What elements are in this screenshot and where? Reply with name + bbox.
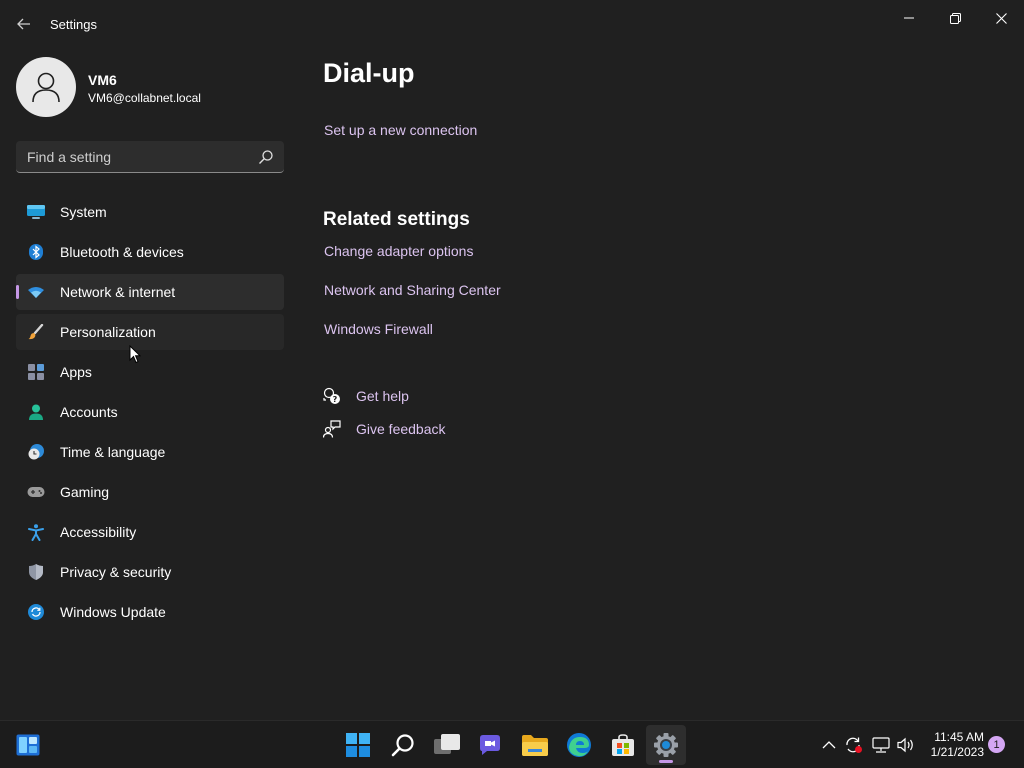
sidebar-item-time-language[interactable]: Time & language <box>16 434 284 470</box>
sidebar-item-label: Network & internet <box>60 284 176 300</box>
gamepad-icon <box>27 484 45 500</box>
shield-icon <box>27 564 45 580</box>
avatar[interactable] <box>16 57 76 117</box>
sidebar-nav: System Bluetooth & devices Network & int… <box>16 194 284 634</box>
sidebar-item-label: Accessibility <box>60 524 137 540</box>
user-email: VM6@collabnet.local <box>88 91 201 105</box>
selection-indicator <box>16 285 19 299</box>
windows-firewall-link[interactable]: Windows Firewall <box>324 321 433 337</box>
clock-time: 11:45 AM <box>934 730 984 744</box>
update-icon <box>27 604 45 620</box>
notification-badge[interactable]: 1 <box>988 736 1005 753</box>
show-hidden-icons-button[interactable] <box>819 735 839 755</box>
sidebar-item-apps[interactable]: Apps <box>16 354 284 390</box>
running-indicator <box>659 760 673 763</box>
restore-button[interactable] <box>932 4 978 32</box>
sidebar-item-network[interactable]: Network & internet <box>16 274 284 310</box>
clock-date: 1/21/2023 <box>930 745 984 759</box>
file-explorer-button[interactable] <box>515 725 555 765</box>
close-button[interactable] <box>978 4 1024 32</box>
edge-icon <box>567 733 591 757</box>
network-icon <box>872 737 890 753</box>
give-feedback-label: Give feedback <box>356 421 446 437</box>
back-button[interactable] <box>12 12 36 36</box>
search-box[interactable] <box>16 141 284 173</box>
setup-connection-link[interactable]: Set up a new connection <box>324 122 477 138</box>
change-adapter-options-link[interactable]: Change adapter options <box>324 243 473 259</box>
sidebar-item-bluetooth[interactable]: Bluetooth & devices <box>16 234 284 270</box>
widgets-icon <box>16 734 40 756</box>
chevron-up-icon <box>822 741 836 749</box>
settings-icon <box>654 733 678 757</box>
sidebar-item-label: Time & language <box>60 444 166 460</box>
page-title: Dial-up <box>323 58 415 88</box>
bluetooth-icon <box>27 244 45 260</box>
sync-tray-button[interactable] <box>844 735 864 755</box>
wifi-icon <box>27 284 45 300</box>
get-help-link[interactable]: ? Get help <box>323 386 409 406</box>
sidebar-item-windows-update[interactable]: Windows Update <box>16 594 284 630</box>
volume-icon <box>897 737 913 753</box>
network-sharing-center-link[interactable]: Network and Sharing Center <box>324 282 501 298</box>
get-help-label: Get help <box>356 388 409 404</box>
sidebar-item-personalization[interactable]: Personalization <box>16 314 284 350</box>
search-icon <box>391 734 414 757</box>
sidebar-item-accounts[interactable]: Accounts <box>16 394 284 430</box>
svg-text:?: ? <box>333 395 338 404</box>
sidebar-item-label: Apps <box>60 364 92 380</box>
person-icon <box>32 72 60 103</box>
sidebar-item-privacy-security[interactable]: Privacy & security <box>16 554 284 590</box>
chat-button[interactable] <box>470 725 510 765</box>
start-button[interactable] <box>338 725 378 765</box>
sidebar-item-label: Windows Update <box>60 604 166 620</box>
sidebar-item-accessibility[interactable]: Accessibility <box>16 514 284 550</box>
sidebar-item-label: Personalization <box>60 324 156 340</box>
restore-icon <box>949 12 961 24</box>
accessibility-icon <box>27 523 45 541</box>
feedback-icon <box>323 420 341 438</box>
sidebar-item-label: Gaming <box>60 484 110 500</box>
search-input[interactable] <box>16 141 246 172</box>
sidebar-item-system[interactable]: System <box>16 194 284 230</box>
clock-globe-icon <box>27 444 45 460</box>
taskbar: 11:45 AM 1/21/2023 1 <box>0 720 1024 768</box>
app-title: Settings <box>50 17 97 32</box>
title-bar: Settings <box>0 0 1024 48</box>
sidebar-item-label: Accounts <box>60 404 118 420</box>
network-tray-button[interactable] <box>871 735 891 755</box>
store-icon <box>612 734 634 756</box>
search-icon[interactable] <box>258 149 274 165</box>
sidebar-item-label: System <box>60 204 107 220</box>
minimize-button[interactable] <box>886 4 932 32</box>
start-icon <box>346 733 370 757</box>
system-icon <box>27 204 45 220</box>
account-icon <box>27 404 45 420</box>
close-icon <box>995 12 1007 24</box>
help-icon: ? <box>323 387 340 404</box>
mouse-cursor-icon <box>129 345 141 364</box>
give-feedback-link[interactable]: Give feedback <box>323 419 446 439</box>
store-button[interactable] <box>603 725 643 765</box>
taskbar-search-button[interactable] <box>383 725 423 765</box>
volume-tray-button[interactable] <box>896 735 916 755</box>
sidebar-item-gaming[interactable]: Gaming <box>16 474 284 510</box>
settings-button[interactable] <box>646 725 686 765</box>
file-explorer-icon <box>522 735 548 756</box>
task-view-button[interactable] <box>427 725 467 765</box>
widgets-button[interactable] <box>8 725 48 765</box>
brush-icon <box>27 324 45 340</box>
task-view-icon <box>434 734 460 754</box>
arrow-left-icon <box>17 18 30 30</box>
chat-icon <box>480 735 500 755</box>
sync-icon <box>846 737 862 753</box>
edge-button[interactable] <box>559 725 599 765</box>
apps-icon <box>27 364 45 380</box>
user-name: VM6 <box>88 72 117 88</box>
sidebar-item-label: Privacy & security <box>60 564 172 580</box>
sidebar-item-label: Bluetooth & devices <box>60 244 184 260</box>
related-settings-heading: Related settings <box>323 209 470 230</box>
taskbar-clock[interactable]: 11:45 AM 1/21/2023 <box>924 730 984 760</box>
minimize-icon <box>904 17 914 19</box>
